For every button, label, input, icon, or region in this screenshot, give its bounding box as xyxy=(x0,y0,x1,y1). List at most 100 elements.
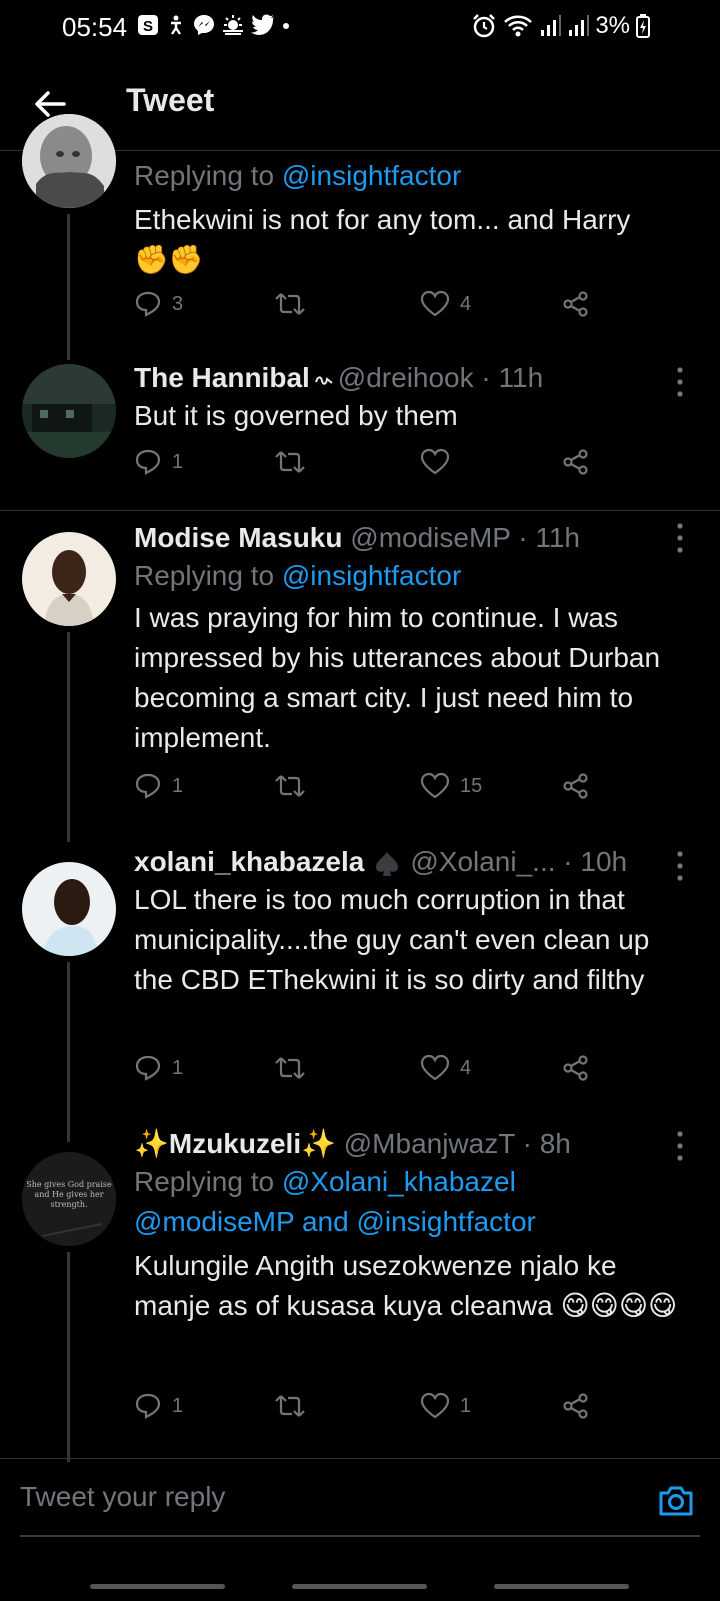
retweet-icon xyxy=(275,1057,305,1079)
user-handle[interactable]: @Xolani_... xyxy=(410,846,555,877)
share-button[interactable] xyxy=(562,1054,590,1082)
reply-button[interactable]: 1 xyxy=(134,448,183,476)
thread-line xyxy=(67,214,70,360)
more-options-icon[interactable] xyxy=(670,848,690,884)
reply-icon xyxy=(135,449,161,475)
spade-icon xyxy=(376,851,399,876)
avatar[interactable]: She gives God praise and He gives her st… xyxy=(22,1152,116,1246)
reply-input[interactable]: Tweet your reply xyxy=(20,1481,225,1513)
more-options-icon[interactable] xyxy=(670,1128,690,1164)
tweet-item[interactable]: Replying to @insightfactor Ethekwini is … xyxy=(0,114,720,360)
tweet-item[interactable]: She gives God praise and He gives her st… xyxy=(0,1128,720,1462)
user-handle[interactable]: @dreihook xyxy=(338,362,474,393)
tweet-emoji: ✊✊ xyxy=(134,244,204,275)
nav-back[interactable] xyxy=(494,1584,629,1589)
like-button[interactable]: 4 xyxy=(420,1054,471,1082)
tweet-item[interactable]: Modise Masuku @modiseMP · 11h Replying t… xyxy=(0,520,720,842)
mention-link[interactable]: @Xolani_khabazel xyxy=(282,1166,516,1197)
reply-button[interactable]: 1 xyxy=(134,1054,183,1082)
share-button[interactable] xyxy=(562,448,590,476)
reply-button[interactable]: 1 xyxy=(134,1392,183,1420)
tweet-item[interactable]: The Hannibal @dreihook · 11h But it is go… xyxy=(0,360,720,500)
signal-icon-1 xyxy=(541,15,562,36)
tweet-actions: 1 1 xyxy=(134,1392,634,1432)
thread-line xyxy=(67,962,70,1142)
display-name[interactable]: The Hannibal xyxy=(134,362,310,393)
thread-line xyxy=(67,1252,70,1462)
reply-button[interactable]: 1 xyxy=(134,772,183,800)
skype-icon: S xyxy=(138,15,158,35)
retweet-icon xyxy=(275,293,305,315)
mention-link[interactable]: @modiseMP xyxy=(134,1206,294,1237)
nav-recent-apps[interactable] xyxy=(90,1584,225,1589)
weather-icon xyxy=(223,15,243,35)
replying-to: Replying to @insightfactor xyxy=(134,160,462,191)
mention-link[interactable]: @insightfactor xyxy=(282,560,461,591)
share-button[interactable] xyxy=(562,772,590,800)
twitter-bird-icon xyxy=(251,14,274,35)
avatar[interactable] xyxy=(22,532,116,626)
svg-text:S: S xyxy=(143,18,153,35)
like-count: 15 xyxy=(460,774,483,797)
reply-count: 1 xyxy=(172,450,184,473)
nav-home[interactable] xyxy=(292,1584,427,1589)
reply-input-underline xyxy=(20,1535,700,1537)
accessibility-icon xyxy=(171,15,181,35)
notification-icons: S xyxy=(137,14,291,36)
battery-charging-icon xyxy=(636,14,650,38)
retweet-icon xyxy=(275,775,305,797)
page-title: Tweet xyxy=(126,82,215,118)
like-button[interactable] xyxy=(420,448,460,476)
avatar[interactable] xyxy=(22,114,116,208)
mention-link[interactable]: @insightfactor xyxy=(356,1206,535,1237)
display-name[interactable]: ✨Mzukuzeli✨ xyxy=(134,1128,336,1159)
retweet-button[interactable] xyxy=(274,448,316,476)
share-button[interactable] xyxy=(562,1392,590,1420)
squiggle-icon xyxy=(314,376,333,385)
like-button[interactable]: 1 xyxy=(420,1392,471,1420)
retweet-button[interactable] xyxy=(274,1392,316,1420)
tweet-text: I was praying for him to continue. I was… xyxy=(134,602,661,753)
reply-icon xyxy=(135,291,161,317)
share-icon xyxy=(563,1055,588,1081)
like-button[interactable]: 15 xyxy=(420,772,482,800)
user-handle[interactable]: @MbanjwazT xyxy=(344,1128,515,1159)
heart-icon xyxy=(420,1392,450,1419)
retweet-button[interactable] xyxy=(274,772,316,800)
like-button[interactable]: 4 xyxy=(420,290,471,318)
tweet-item[interactable]: xolani_khabazela @Xolani_... · 10h LOL th… xyxy=(0,846,720,1142)
more-options-icon[interactable] xyxy=(670,364,690,400)
notification-dot-icon xyxy=(283,23,289,29)
share-icon xyxy=(563,449,588,475)
replying-to: Replying to @Xolani_khabazel @modiseMP an… xyxy=(134,1166,536,1237)
display-name[interactable]: xolani_khabazela xyxy=(134,846,364,877)
tweet-text: Kulungile Angith usezokwenze njalo ke ma… xyxy=(134,1250,678,1321)
avatar[interactable] xyxy=(22,862,116,956)
tweet-header: Modise Masuku @modiseMP · 11h xyxy=(134,520,696,556)
display-name[interactable]: Modise Masuku xyxy=(134,522,342,553)
camera-icon[interactable] xyxy=(656,1481,696,1521)
mention-link[interactable]: @insightfactor xyxy=(282,160,461,191)
tweet-text: But it is governed by them xyxy=(134,400,458,431)
tweet-header: xolani_khabazela @Xolani_... · 10h xyxy=(134,844,696,880)
avatar[interactable] xyxy=(22,364,116,458)
retweet-button[interactable] xyxy=(274,290,316,318)
tweet-time: · 11h xyxy=(481,362,544,393)
battery-percent: 3% xyxy=(595,12,630,39)
tweet-actions: 3 4 xyxy=(134,290,634,330)
share-button[interactable] xyxy=(562,290,590,318)
status-time: 05:54 xyxy=(62,12,128,42)
share-icon xyxy=(563,773,588,799)
messenger-icon xyxy=(194,15,214,35)
reply-count: 1 xyxy=(172,1394,184,1417)
share-icon xyxy=(563,291,588,317)
tweet-actions: 1 15 xyxy=(134,772,634,812)
user-handle[interactable]: @modiseMP xyxy=(350,522,510,553)
divider xyxy=(0,510,720,511)
retweet-button[interactable] xyxy=(274,1054,316,1082)
reply-button[interactable]: 3 xyxy=(134,290,183,318)
like-count: 4 xyxy=(460,1056,472,1079)
tweet-time: · 11h xyxy=(518,522,580,553)
more-options-icon[interactable] xyxy=(670,520,690,556)
reply-icon xyxy=(135,1055,161,1081)
